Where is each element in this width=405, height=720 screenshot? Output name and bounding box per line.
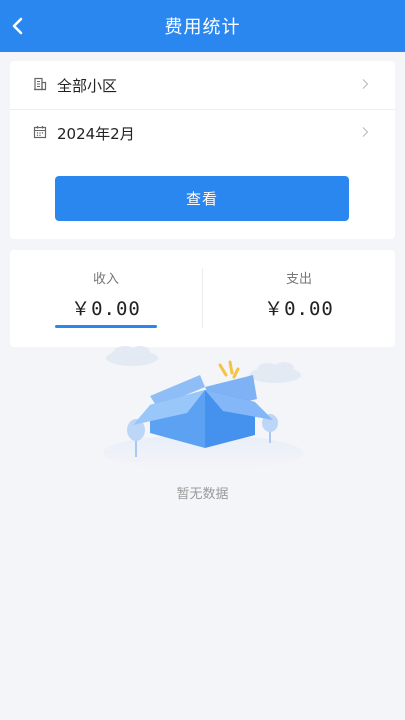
income-tab[interactable]: 收入 ￥0.00 (10, 250, 202, 347)
filter-card: 全部小区 2024年2月 查看 (10, 61, 395, 239)
community-label: 全部小区 (57, 76, 118, 95)
expense-amount: ￥0.00 (264, 298, 334, 320)
community-selector[interactable]: 全部小区 (10, 61, 395, 110)
chevron-right-icon (362, 79, 369, 89)
income-selected-indicator (55, 325, 157, 328)
expense-label: 支出 (285, 272, 312, 287)
view-button[interactable]: 查看 (55, 176, 349, 221)
empty-box-illustration (103, 346, 303, 471)
month-selector[interactable]: 2024年2月 (10, 109, 395, 157)
expense-tab[interactable]: 支出 ￥0.00 (203, 250, 395, 347)
building-icon (34, 77, 47, 91)
empty-state-text: 暂无数据 (176, 487, 229, 502)
cloud-icon (249, 362, 301, 383)
cloud-icon (106, 346, 158, 366)
page-title: 费用统计 (164, 17, 241, 38)
summary-card: 收入 ￥0.00 支出 ￥0.00 (10, 250, 395, 347)
chevron-left-icon (12, 17, 23, 35)
sparkle-icon (218, 360, 240, 379)
income-label: 收入 (92, 272, 119, 287)
back-button[interactable] (4, 10, 32, 42)
income-amount: ￥0.00 (71, 298, 141, 320)
app-header: 费用统计 (0, 0, 405, 52)
chevron-right-icon (362, 127, 369, 137)
month-label: 2024年2月 (57, 124, 135, 143)
calendar-icon (33, 126, 47, 139)
